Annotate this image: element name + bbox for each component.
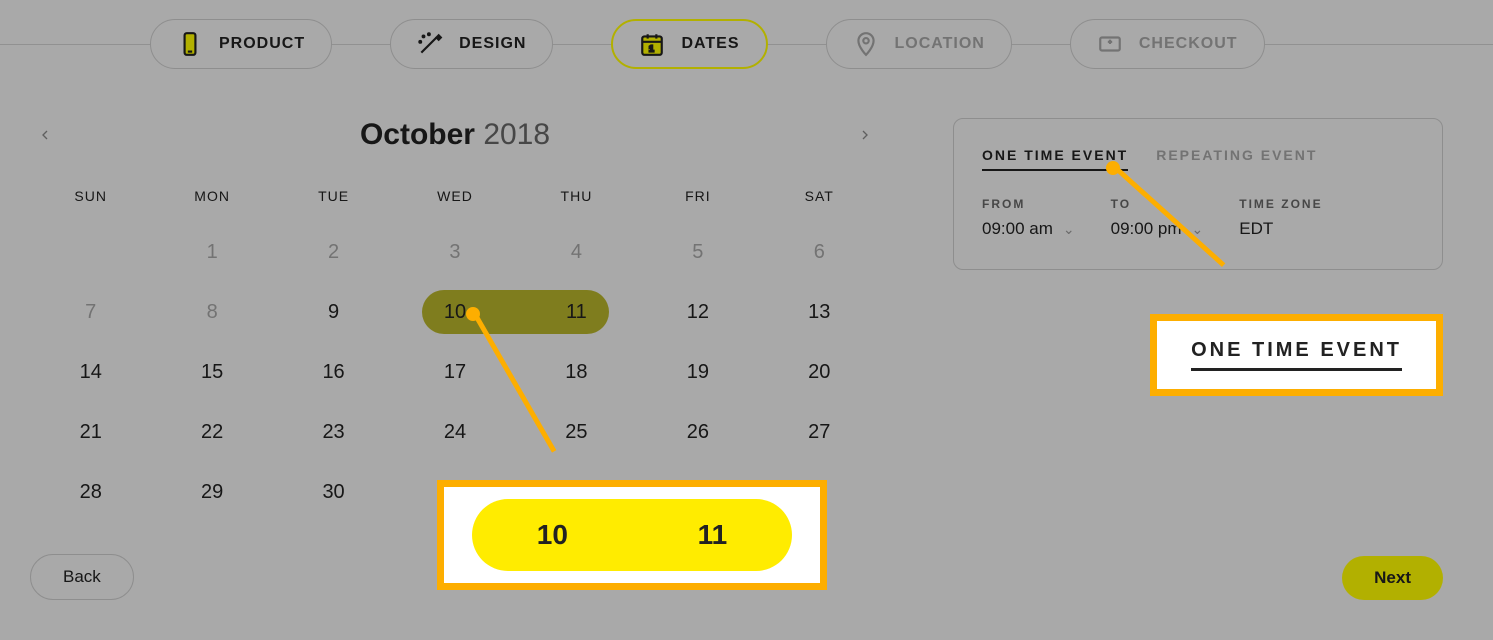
tz-value: EDT <box>1239 219 1273 239</box>
calendar-day[interactable]: 11 <box>516 282 637 342</box>
calendar-dow: FRI <box>637 176 758 222</box>
calendar-day[interactable]: 15 <box>151 342 272 402</box>
step-location[interactable]: LOCATION <box>826 19 1012 69</box>
selected-date-end: 11 <box>698 519 728 551</box>
step-dates[interactable]: 1 DATES <box>611 19 767 69</box>
calendar-day[interactable]: 7 <box>30 282 151 342</box>
calendar-day[interactable]: 13 <box>759 282 880 342</box>
wand-icon <box>417 31 443 57</box>
calendar-day[interactable]: 2 <box>273 222 394 282</box>
step-label: DATES <box>681 35 739 53</box>
calendar-day[interactable]: 14 <box>30 342 151 402</box>
calendar-day[interactable]: 29 <box>151 462 272 522</box>
calendar-dow: THU <box>516 176 637 222</box>
calendar-day[interactable]: 5 <box>637 222 758 282</box>
step-checkout[interactable]: CHECKOUT <box>1070 19 1265 69</box>
calendar-day[interactable]: 20 <box>759 342 880 402</box>
checkout-icon <box>1097 31 1123 57</box>
calendar-panel: October 2018 SUNMONTUEWEDTHUFRISAT123456… <box>30 118 880 522</box>
tab-repeating-event[interactable]: REPEATING EVENT <box>1156 147 1317 171</box>
calendar-day[interactable]: 28 <box>30 462 151 522</box>
calendar-day[interactable]: 6 <box>759 222 880 282</box>
calendar-day[interactable]: 21 <box>30 402 151 462</box>
from-label: FROM <box>982 197 1075 211</box>
calendar-dow: SUN <box>30 176 151 222</box>
phone-icon <box>177 31 203 57</box>
calendar-year: 2018 <box>483 118 550 151</box>
calendar-day[interactable]: 9 <box>273 282 394 342</box>
calendar-dow: SAT <box>759 176 880 222</box>
calendar-day[interactable]: 26 <box>637 402 758 462</box>
next-button[interactable]: Next <box>1342 556 1443 600</box>
highlight-one-time-text: ONE TIME EVENT <box>1191 339 1402 371</box>
selected-date-start: 10 <box>537 519 568 551</box>
calendar-day[interactable]: 4 <box>516 222 637 282</box>
calendar-day[interactable]: 16 <box>273 342 394 402</box>
highlight-one-time-event: ONE TIME EVENT <box>1150 314 1443 396</box>
calendar-icon: 1 <box>639 31 665 57</box>
back-button[interactable]: Back <box>30 554 134 600</box>
calendar-month: October <box>360 118 475 151</box>
calendar-day[interactable]: 23 <box>273 402 394 462</box>
step-label: LOCATION <box>895 35 985 53</box>
calendar-dow: WED <box>394 176 515 222</box>
svg-text:1: 1 <box>650 44 656 54</box>
from-time-dropdown[interactable]: 09:00 am ⌄ <box>982 219 1075 239</box>
step-label: CHECKOUT <box>1139 35 1238 53</box>
step-label: DESIGN <box>459 35 526 53</box>
calendar-day[interactable]: 18 <box>516 342 637 402</box>
highlight-selected-dates: 10 11 <box>437 480 827 590</box>
calendar-title: October 2018 <box>60 118 850 152</box>
step-design[interactable]: DESIGN <box>390 19 553 69</box>
calendar-day[interactable]: 8 <box>151 282 272 342</box>
calendar-day[interactable]: 24 <box>394 402 515 462</box>
calendar-day[interactable]: 30 <box>273 462 394 522</box>
chevron-down-icon: ⌄ <box>1063 221 1075 238</box>
step-product[interactable]: PRODUCT <box>150 19 332 69</box>
calendar-day[interactable]: 22 <box>151 402 272 462</box>
calendar-day[interactable]: 10 <box>394 282 515 342</box>
calendar-day[interactable]: 19 <box>637 342 758 402</box>
wizard-steps: PRODUCT DESIGN 1 DATES LOCATION CHECKOUT <box>0 14 1493 74</box>
calendar-day[interactable]: 3 <box>394 222 515 282</box>
calendar-grid: SUNMONTUEWEDTHUFRISAT1234567891011121314… <box>30 176 880 522</box>
timezone-value[interactable]: EDT <box>1239 219 1322 239</box>
calendar-dow: TUE <box>273 176 394 222</box>
from-time-value: 09:00 am <box>982 219 1053 239</box>
to-time-value: 09:00 pm <box>1111 219 1182 239</box>
prev-month-button[interactable] <box>30 120 60 150</box>
calendar-day <box>30 222 151 282</box>
selected-dates-pill: 10 11 <box>472 499 792 571</box>
tz-label: TIME ZONE <box>1239 197 1322 211</box>
step-label: PRODUCT <box>219 35 305 53</box>
calendar-day[interactable]: 1 <box>151 222 272 282</box>
calendar-day[interactable]: 27 <box>759 402 880 462</box>
calendar-dow: MON <box>151 176 272 222</box>
calendar-day[interactable]: 12 <box>637 282 758 342</box>
event-settings-panel: ONE TIME EVENT REPEATING EVENT FROM 09:0… <box>953 118 1443 270</box>
pin-icon <box>853 31 879 57</box>
next-month-button[interactable] <box>850 120 880 150</box>
